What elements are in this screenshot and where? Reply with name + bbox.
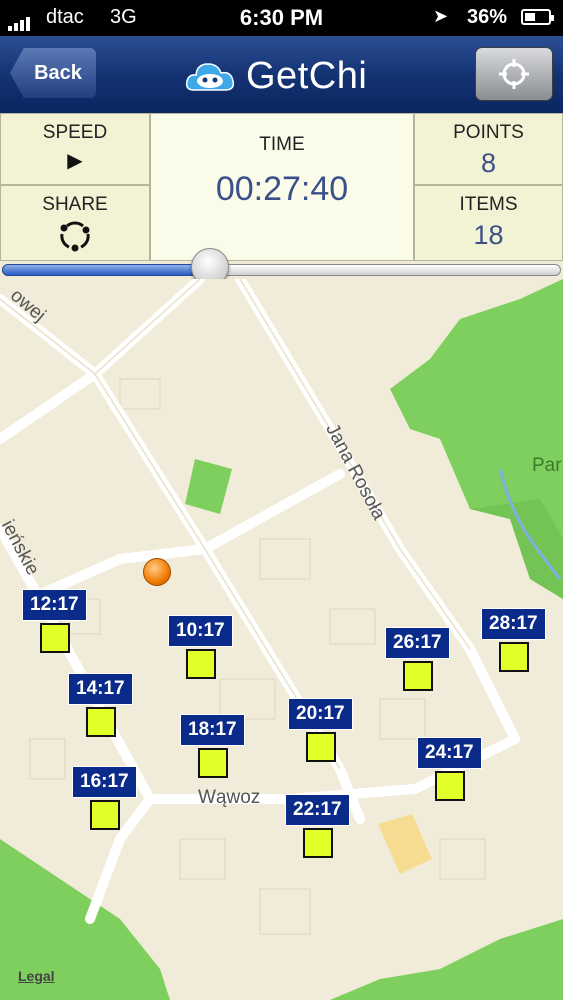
- current-position-dot[interactable]: [143, 558, 171, 586]
- time-marker-box: [306, 732, 336, 762]
- time-label: TIME: [259, 134, 305, 155]
- battery-percent: 36%: [467, 6, 508, 28]
- time-marker[interactable]: 24:17: [417, 737, 482, 801]
- app-title: GetChi: [246, 54, 368, 97]
- map-view[interactable]: owej Jana Rosoła ieńskie Wąwoz Par 12:17…: [0, 279, 563, 1000]
- crosshair-icon: [499, 59, 529, 89]
- share-label: SHARE: [42, 194, 108, 215]
- legal-link[interactable]: Legal: [18, 968, 55, 984]
- time-marker-box: [186, 649, 216, 679]
- play-icon: ▶: [67, 150, 83, 172]
- time-marker-label: 16:17: [72, 766, 137, 798]
- time-marker[interactable]: 20:17: [288, 698, 353, 762]
- locate-button[interactable]: [475, 47, 553, 101]
- time-marker-box: [499, 642, 529, 672]
- back-button[interactable]: Back: [10, 48, 96, 98]
- time-marker-label: 22:17: [285, 794, 350, 826]
- street-label: Par: [532, 455, 562, 476]
- speed-control[interactable]: SPEED ▶: [0, 113, 150, 185]
- time-marker[interactable]: 28:17: [481, 608, 546, 672]
- timeline-slider[interactable]: [0, 248, 563, 286]
- time-marker[interactable]: 14:17: [68, 673, 133, 737]
- points-label: POINTS: [453, 122, 524, 143]
- time-marker-label: 20:17: [288, 698, 353, 730]
- time-marker[interactable]: 10:17: [168, 615, 233, 679]
- time-marker-label: 24:17: [417, 737, 482, 769]
- time-marker-label: 28:17: [481, 608, 546, 640]
- time-marker-box: [303, 828, 333, 858]
- time-marker[interactable]: 26:17: [385, 627, 450, 691]
- time-marker-label: 26:17: [385, 627, 450, 659]
- points-value: 8: [480, 148, 497, 178]
- time-marker[interactable]: 22:17: [285, 794, 350, 858]
- time-marker[interactable]: 18:17: [180, 714, 245, 778]
- time-marker-label: 12:17: [22, 589, 87, 621]
- items-value: 18: [473, 220, 504, 250]
- share-control[interactable]: SHARE: [0, 185, 150, 261]
- time-value: 00:27:40: [215, 170, 349, 208]
- stats-panel: SPEED ▶ SHARE TIME 00:27:40 POINTS 8 ITE…: [0, 113, 563, 261]
- street-label: Wąwoz: [198, 787, 261, 808]
- location-arrow-icon: ➤: [433, 6, 449, 26]
- status-bar: dtac 3G 6:30 PM ➤ 36%: [0, 0, 563, 36]
- app-logo: GetChi: [184, 54, 367, 98]
- time-marker-box: [40, 623, 70, 653]
- time-marker-box: [435, 771, 465, 801]
- cloud-logo-icon: [185, 63, 235, 91]
- time-marker[interactable]: 12:17: [22, 589, 87, 653]
- time-marker-label: 10:17: [168, 615, 233, 647]
- navigation-bar: Back GetChi: [0, 36, 563, 114]
- items-display: ITEMS 18: [414, 185, 563, 261]
- battery-icon: [521, 9, 554, 25]
- time-marker-label: 14:17: [68, 673, 133, 705]
- time-display: TIME 00:27:40: [150, 113, 414, 261]
- time-marker-box: [403, 661, 433, 691]
- time-marker-box: [90, 800, 120, 830]
- time-marker-label: 18:17: [180, 714, 245, 746]
- speed-label: SPEED: [42, 122, 108, 143]
- share-icon: [60, 221, 90, 252]
- time-marker-box: [86, 707, 116, 737]
- time-marker[interactable]: 16:17: [72, 766, 137, 830]
- time-marker-box: [198, 748, 228, 778]
- items-label: ITEMS: [459, 194, 518, 215]
- slider-filled-track: [2, 264, 209, 276]
- points-display: POINTS 8: [414, 113, 563, 185]
